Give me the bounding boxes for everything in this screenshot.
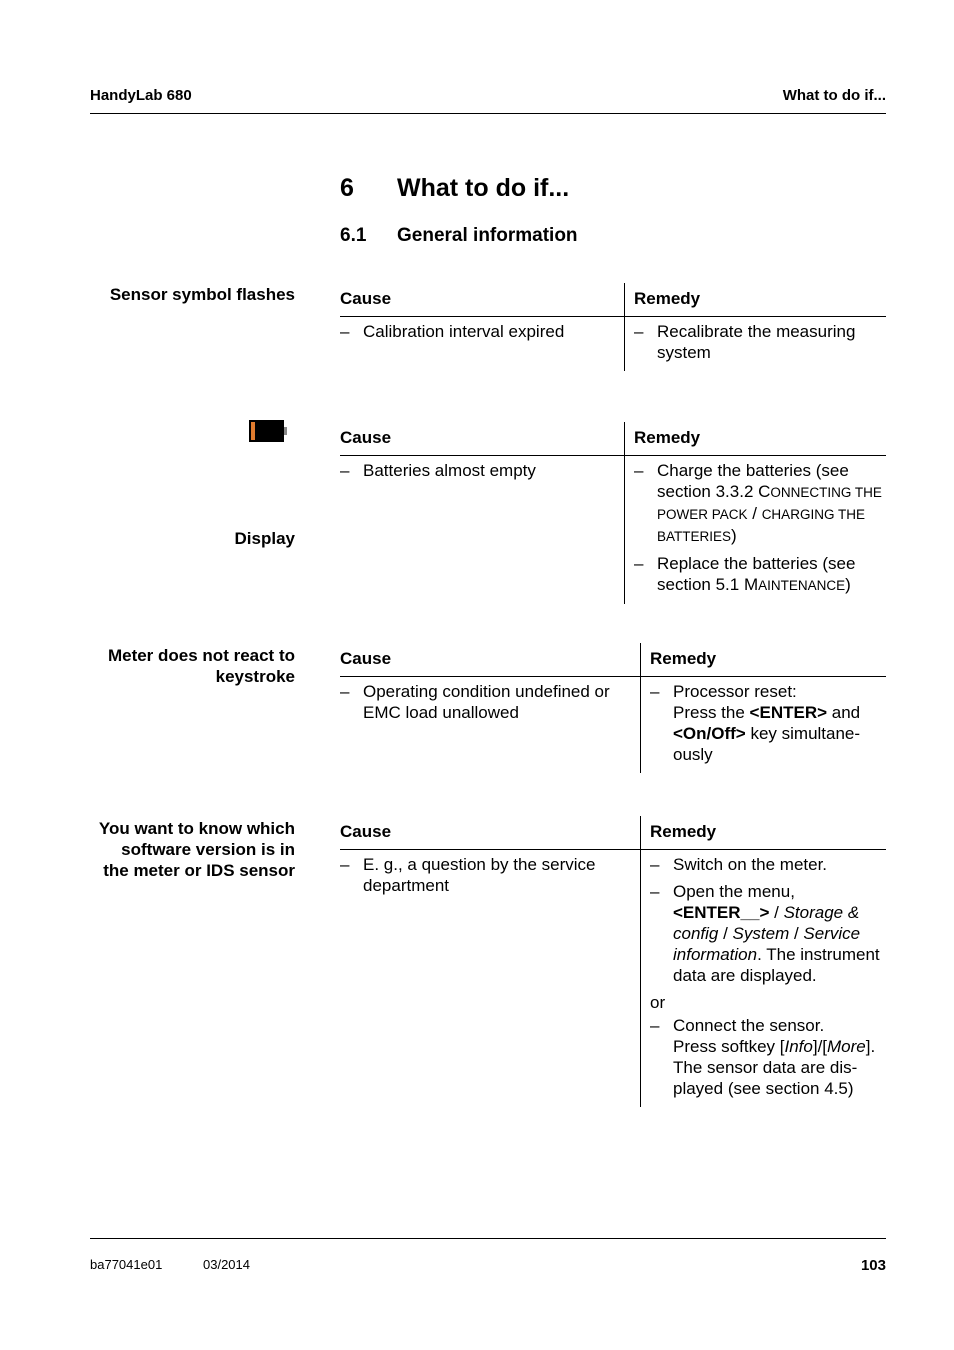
chapter-number: 6: [340, 174, 354, 202]
header-rule: [90, 113, 886, 114]
remedy-item: – Recalibrate the measuring system: [634, 322, 856, 362]
table-software-version: Cause Remedy – E. g., a question by the s…: [340, 816, 886, 1107]
cause-item: – E. g., a question by the service depart…: [340, 855, 596, 895]
remedy-item: – Processor reset: Press the <ENTER> and …: [650, 682, 861, 764]
battery-charge-level: [251, 422, 255, 440]
section-number: 6.1: [340, 225, 367, 246]
remedy-header: Remedy: [624, 283, 886, 317]
side-label-sensor-symbol: Sensor symbol flashes: [109, 285, 295, 304]
side-label-display: Display: [234, 529, 295, 548]
cause-item: – Calibration interval expired: [340, 322, 565, 341]
remedy-item: – Replace the batteries (see section 5.1…: [634, 554, 856, 594]
side-label-meter-no-react: Meter does not react to keystroke: [107, 646, 295, 686]
enter-key: <ENTER>: [749, 703, 828, 722]
battery-terminal: [284, 427, 287, 435]
chapter-title: What to do if...: [397, 174, 570, 202]
header-title: HandyLab 680: [90, 87, 192, 104]
enter-key: <ENTER__>: [673, 903, 770, 922]
footer-rule: [90, 1238, 886, 1239]
remedy-item: – Open the menu, <ENTER__> / Storage & c…: [650, 882, 880, 985]
remedy-item: – Switch on the meter.: [650, 855, 828, 874]
section-title: General information: [397, 225, 578, 246]
remedy-item: – Connect the sensor. Press softkey [Info…: [650, 1016, 876, 1098]
or-separator: or: [650, 993, 666, 1012]
remedy-item: – Charge the batteries (see section 3.3.…: [634, 461, 882, 545]
header-chapter: What to do if...: [782, 87, 886, 104]
footer-doc-id: ba77041e01: [90, 1257, 163, 1272]
footer-date: 03/2014: [203, 1257, 250, 1272]
on-off-key: <On/Off>: [673, 724, 746, 743]
remedy-header: Remedy: [640, 816, 886, 850]
side-label-software-version: You want to know which software version …: [98, 819, 295, 880]
battery-low-icon: [249, 420, 287, 442]
cause-item: – Batteries almost empty: [340, 461, 536, 480]
cause-item: – Operating condition undefined or EMC lo…: [340, 682, 610, 722]
table-meter-no-react: Cause Remedy – Operating condition undefi…: [340, 643, 886, 773]
cause-header: Cause: [340, 816, 641, 850]
table-batteries: Cause Remedy – Batteries almost empty – C…: [340, 422, 886, 604]
page-number: 103: [860, 1257, 886, 1274]
remedy-header: Remedy: [624, 422, 886, 456]
cause-header: Cause: [340, 283, 625, 317]
cause-header: Cause: [340, 643, 641, 677]
remedy-header: Remedy: [640, 643, 886, 677]
cause-header: Cause: [340, 422, 625, 456]
table-sensor-symbol: Cause Remedy – Calibration interval expir…: [340, 283, 886, 371]
